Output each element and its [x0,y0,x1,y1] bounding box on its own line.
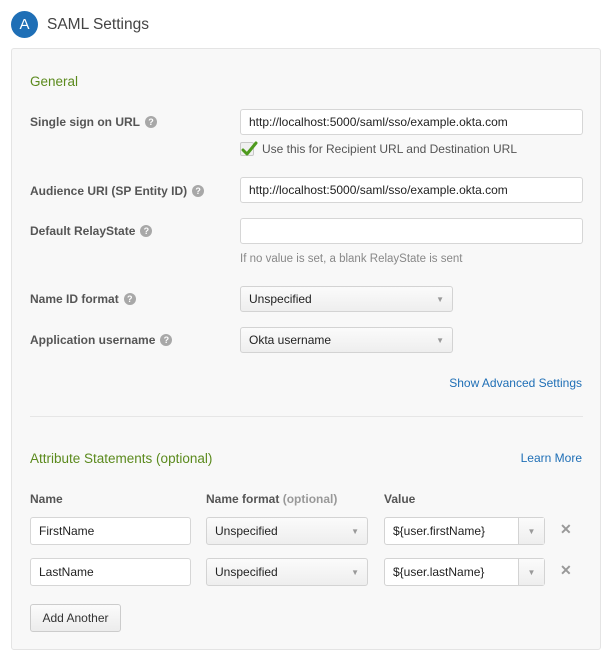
chevron-down-icon: ▼ [351,526,359,536]
help-icon[interactable]: ? [123,293,136,305]
sso-url-input[interactable]: http://localhost:5000/saml/sso/example.o… [240,109,583,135]
app-username-value: Okta username [249,333,332,347]
name-id-format-label-text: Name ID format [30,292,119,306]
help-icon[interactable]: ? [145,116,157,128]
help-icon[interactable]: ? [192,185,205,197]
attribute-value-dropdown-button[interactable]: ▼ [518,518,544,544]
sso-url-label-text: Single sign on URL [30,115,140,129]
add-another-button[interactable]: Add Another [30,604,121,632]
column-header-name-format-text: Name format [206,492,280,506]
relay-state-label-text: Default RelayState [30,224,136,238]
remove-attribute-icon[interactable]: ✕ [560,562,572,579]
saml-settings-panel: General Single sign on URL ? http://loca… [11,48,601,650]
page-header: A SAML Settings [11,11,149,38]
chevron-down-icon: ▼ [436,335,444,345]
audience-uri-input[interactable]: http://localhost:5000/saml/sso/example.o… [240,177,583,203]
help-icon[interactable]: ? [140,225,153,237]
attribute-value-input[interactable]: ${user.firstName} [385,518,518,544]
general-section-title: General [30,74,79,89]
name-id-format-value: Unspecified [249,292,312,306]
attribute-statements-title: Attribute Statements (optional) [30,451,213,466]
attribute-format-select[interactable]: Unspecified ▼ [206,517,368,545]
remove-attribute-icon[interactable]: ✕ [560,521,572,538]
recipient-url-checkbox-row[interactable]: Use this for Recipient URL and Destinati… [240,141,518,156]
recipient-url-checkbox[interactable] [240,141,258,156]
column-header-optional: (optional) [282,492,338,506]
learn-more-link[interactable]: Learn More [521,451,582,465]
chevron-down-icon: ▼ [527,567,536,577]
step-badge: A [11,11,38,38]
column-header-name-format: Name format (optional) [206,492,337,506]
attribute-name-input[interactable]: LastName [30,558,191,586]
show-advanced-settings-link[interactable]: Show Advanced Settings [449,376,582,390]
column-header-name: Name [30,492,63,506]
attribute-value-combobox[interactable]: ${user.lastName} ▼ [384,558,545,586]
attribute-name-input[interactable]: FirstName [30,517,191,545]
help-icon[interactable]: ? [160,334,173,346]
column-header-value: Value [384,492,416,506]
audience-uri-label: Audience URI (SP Entity ID) ? [30,184,205,198]
chevron-down-icon: ▼ [351,567,359,577]
attribute-format-value: Unspecified [215,565,278,579]
name-id-format-label: Name ID format ? [30,292,136,306]
name-id-format-select[interactable]: Unspecified ▼ [240,286,453,312]
checkmark-icon [241,141,258,156]
chevron-down-icon: ▼ [527,526,536,536]
attribute-value-combobox[interactable]: ${user.firstName} ▼ [384,517,545,545]
attribute-value-input[interactable]: ${user.lastName} [385,559,518,585]
attribute-value-dropdown-button[interactable]: ▼ [518,559,544,585]
section-divider [30,416,583,417]
sso-url-label: Single sign on URL ? [30,115,157,129]
audience-uri-label-text: Audience URI (SP Entity ID) [30,184,188,198]
recipient-url-checkbox-label: Use this for Recipient URL and Destinati… [262,142,518,156]
app-username-label: Application username ? [30,333,173,347]
chevron-down-icon: ▼ [436,294,444,304]
app-username-label-text: Application username [30,333,156,347]
app-username-select[interactable]: Okta username ▼ [240,327,453,353]
relay-state-input[interactable] [240,218,583,244]
relay-state-label: Default RelayState ? [30,224,153,238]
attribute-format-value: Unspecified [215,524,278,538]
attribute-format-select[interactable]: Unspecified ▼ [206,558,368,586]
relay-state-hint: If no value is set, a blank RelayState i… [240,253,463,265]
page-title: SAML Settings [47,15,149,33]
